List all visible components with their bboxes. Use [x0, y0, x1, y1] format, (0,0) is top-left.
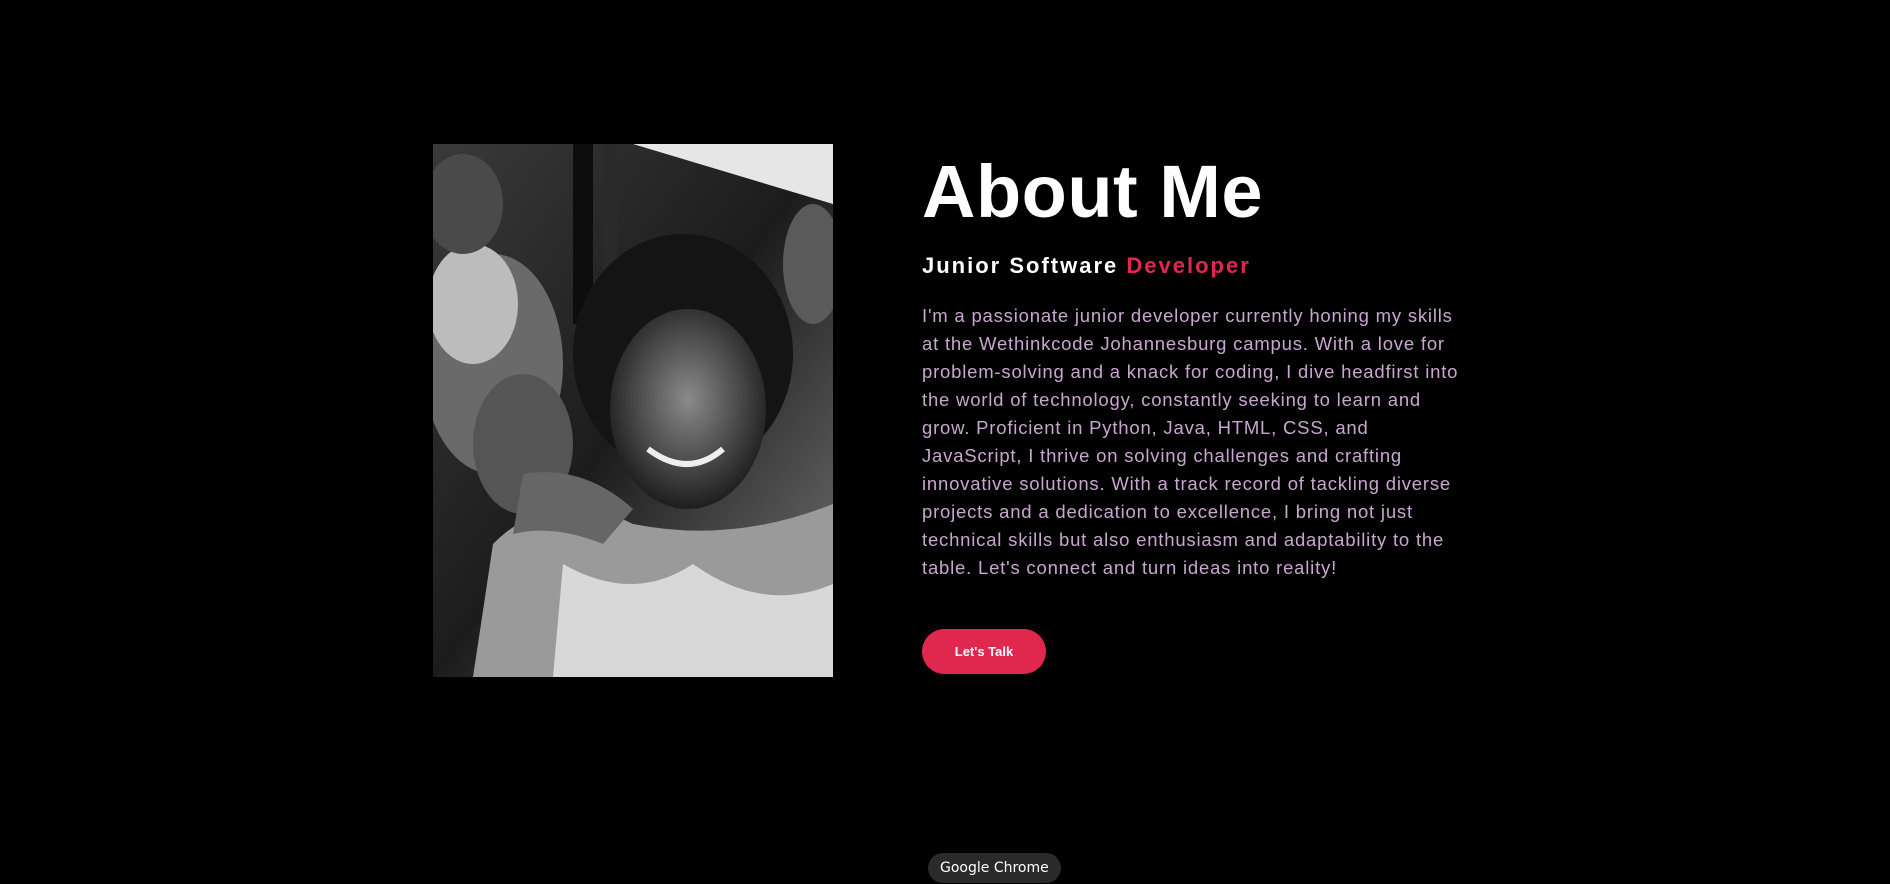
- lets-talk-button[interactable]: Let's Talk: [922, 629, 1046, 674]
- profile-photo: [433, 144, 833, 677]
- bio-text: I'm a passionate junior developer curren…: [922, 305, 1459, 578]
- role-accent: Developer: [1126, 253, 1251, 278]
- app-tooltip: Google Chrome: [928, 853, 1061, 883]
- about-content: About Me Junior Software Developer I'm a…: [922, 144, 1482, 674]
- role-subtitle: Junior Software Developer: [922, 252, 1482, 280]
- profile-photo-image: [433, 144, 833, 677]
- role-prefix: Junior Software: [922, 253, 1119, 278]
- about-section: About Me Junior Software Developer I'm a…: [0, 0, 1890, 884]
- page-title: About Me: [922, 150, 1264, 233]
